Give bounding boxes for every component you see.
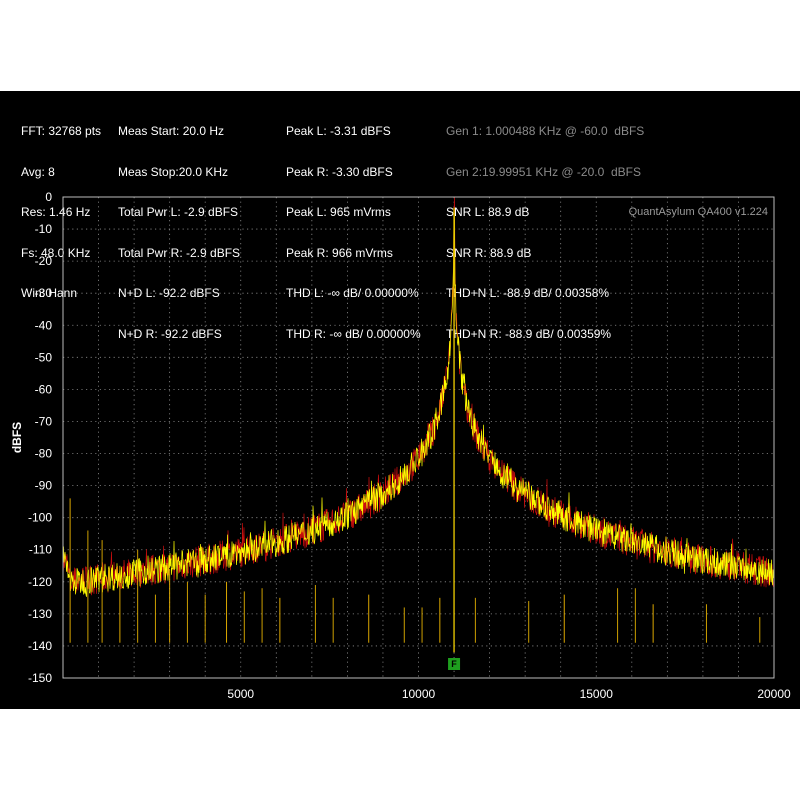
frequency-marker[interactable]: F	[448, 658, 461, 670]
y-tick-label: -50	[35, 350, 53, 364]
x-tick-label: 5000	[227, 687, 254, 701]
y-tick-label: -80	[35, 447, 53, 461]
spectrum-trace	[62, 209, 775, 597]
spectrum-chart[interactable]: 0 -10 -20 -30 -40 -50 -60 -70 -80 -90 -100 -110 -120…	[0, 91, 800, 709]
y-tick-label: 0	[45, 190, 52, 204]
y-tick-label: -60	[35, 382, 53, 396]
y-axis-label: dBFS	[10, 422, 24, 453]
y-tick-label: -120	[28, 575, 52, 589]
y-tick-label: -70	[35, 414, 53, 428]
x-tick-label: 20000	[757, 687, 791, 701]
analyzer-window: FFT: 32768 pts Avg: 8 Res: 1.46 Hz Fs: 4…	[0, 91, 800, 709]
y-tick-label: -100	[28, 511, 52, 525]
watermark-text: QuantAsylum QA400 v1.224	[629, 206, 768, 218]
y-tick-label: -110	[29, 543, 52, 557]
marker-label: F	[451, 659, 457, 669]
y-tick-label: -40	[35, 318, 53, 332]
y-axis-ticks: 0 -10 -20 -30 -40 -50 -60 -70 -80 -90 -100 -110 -120…	[28, 190, 52, 685]
y-tick-label: -90	[35, 479, 53, 493]
x-tick-label: 10000	[402, 687, 436, 701]
y-tick-label: -140	[28, 639, 52, 653]
y-tick-label: -20	[35, 254, 53, 268]
y-tick-label: -10	[35, 222, 53, 236]
x-axis-ticks: 5000 10000 15000 20000	[227, 687, 791, 701]
x-tick-label: 15000	[580, 687, 614, 701]
y-tick-label: -30	[35, 286, 53, 300]
y-tick-label: -130	[28, 607, 52, 621]
y-tick-label: -150	[28, 671, 52, 685]
